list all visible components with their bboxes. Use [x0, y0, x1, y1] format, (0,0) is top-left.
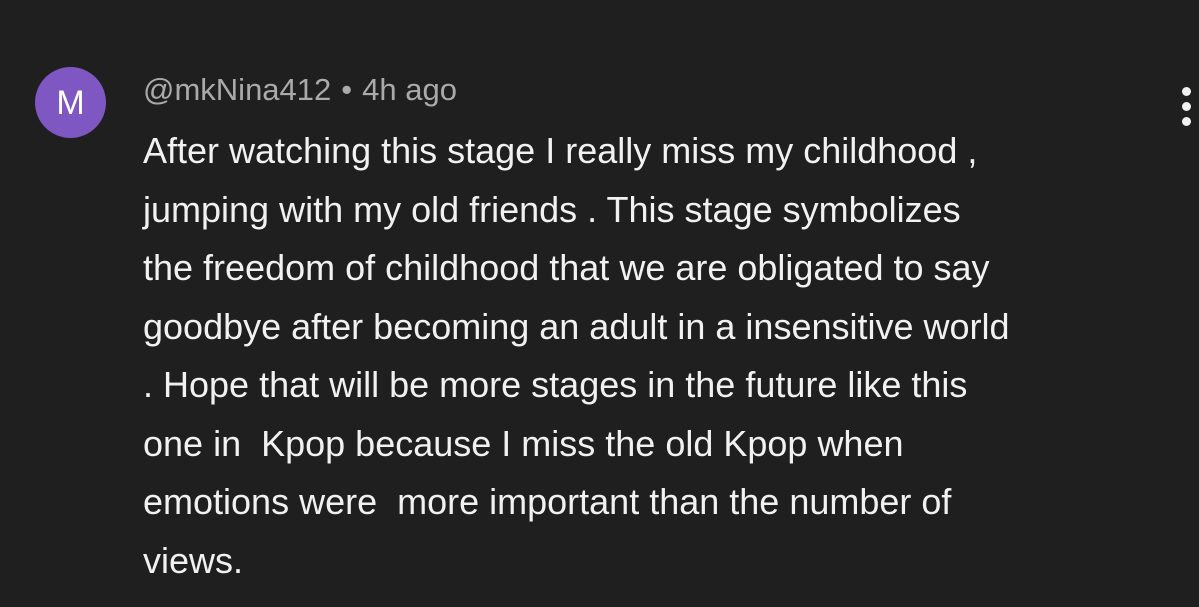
comment-text-line: the freedom of childhood that we are obl… — [143, 247, 990, 288]
comment-text-line: emotions were more important than the nu… — [143, 481, 952, 522]
comment-text-line: After watching this stage I really miss … — [143, 130, 978, 171]
comment-header: @mkNina412 • 4h ago — [143, 70, 457, 110]
comment-text-line: views. — [143, 539, 244, 581]
comment-text-line: jumping with my old friends . This stage… — [143, 188, 961, 230]
comment-text-line: one in Kpop because I miss the old Kpop … — [143, 422, 904, 464]
comment-text: After watching this stage I really miss … — [143, 122, 1183, 590]
comment-text-line: goodbye after becoming an adult in a ins… — [143, 305, 1010, 347]
more-actions-button[interactable] — [1170, 84, 1199, 128]
comment-text-line: . Hope that will be more stages in the f… — [143, 364, 968, 405]
avatar-letter: M — [56, 83, 85, 122]
comment-timestamp[interactable]: 4h ago — [362, 72, 457, 107]
comment-item: M @mkNina412 • 4h ago After watching this … — [0, 0, 1199, 607]
avatar[interactable]: M — [35, 67, 106, 138]
meta-separator: • — [341, 72, 353, 107]
author-handle[interactable]: @mkNina412 — [143, 72, 331, 107]
